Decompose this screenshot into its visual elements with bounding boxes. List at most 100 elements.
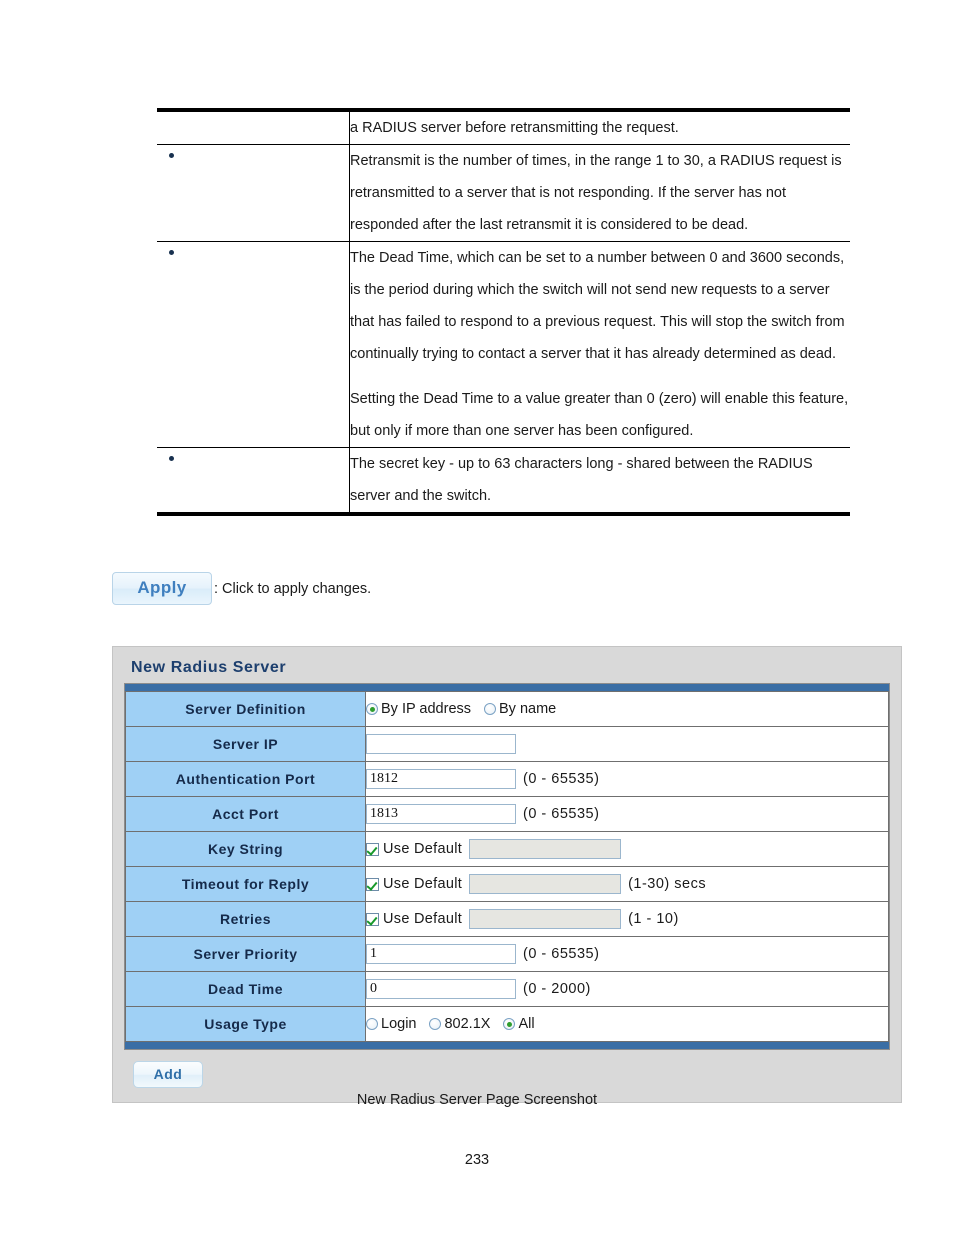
retries-input[interactable] (469, 909, 622, 929)
label-key-string: Key String (125, 831, 366, 867)
description-text: Retransmit is the number of times, in th… (349, 144, 850, 242)
table-row: Retransmit is the number of times, in th… (157, 144, 850, 242)
panel-top-accent-bar (125, 684, 889, 691)
server-priority-input[interactable] (366, 944, 516, 964)
timeout-use-default-checkbox[interactable]: Use Default (366, 876, 462, 892)
value-authentication-port: (0 - 65535) (365, 761, 889, 797)
timeout-for-reply-input[interactable] (469, 874, 622, 894)
form-row-acct-port: Acct Port (0 - 65535) (125, 796, 889, 832)
label-acct-port: Acct Port (125, 796, 366, 832)
checkbox-label: Use Default (383, 911, 463, 927)
description-rows: a RADIUS server before retransmitting th… (157, 112, 850, 512)
acct-port-range-hint: (0 - 65535) (523, 806, 600, 822)
key-string-use-default-checkbox[interactable]: Use Default (366, 841, 462, 857)
table-bottom-rule (157, 512, 850, 516)
radio-label: 802.1X (444, 1016, 491, 1032)
checkbox-indicator-icon[interactable] (366, 912, 379, 926)
checkbox-label: Use Default (383, 876, 463, 892)
panel-footer: Add (123, 1050, 891, 1092)
retries-range-hint: (1 - 10) (628, 911, 679, 927)
new-radius-server-form: Server Definition By IP address By name (125, 691, 889, 1042)
checkbox-indicator-icon[interactable] (366, 877, 379, 891)
radio-usage-all[interactable]: All (503, 1016, 535, 1032)
value-dead-time: (0 - 2000) (365, 971, 889, 1007)
paragraph: Retransmit is the number of times, in th… (350, 153, 842, 233)
label-server-definition: Server Definition (125, 691, 366, 727)
form-row-dead-time: Dead Time (0 - 2000) (125, 971, 889, 1007)
radio-indicator-icon[interactable] (366, 1018, 378, 1030)
paragraph: a RADIUS server before retransmitting th… (350, 120, 679, 136)
authentication-port-range-hint: (0 - 65535) (523, 771, 600, 787)
key-string-input[interactable] (469, 839, 622, 859)
apply-legend: Apply : Click to apply changes. (112, 572, 371, 605)
server-definition-radio-group[interactable]: By IP address By name (366, 701, 888, 717)
table-row: The secret key - up to 63 characters lon… (157, 447, 851, 513)
bullet-cell (157, 144, 350, 242)
timeout-range-hint: (1-30) secs (628, 876, 707, 892)
page-number: 233 (464, 1152, 490, 1168)
add-button[interactable]: Add (133, 1061, 203, 1088)
value-server-ip (365, 726, 889, 762)
label-timeout-for-reply: Timeout for Reply (125, 866, 366, 902)
label-usage-type: Usage Type (125, 1006, 366, 1042)
value-key-string: Use Default (365, 831, 889, 867)
value-acct-port: (0 - 65535) (365, 796, 889, 832)
form-row-server-ip: Server IP (125, 726, 889, 762)
table-row: The Dead Time, which can be set to a num… (157, 241, 850, 448)
form-row-server-priority: Server Priority (0 - 65535) (125, 936, 889, 972)
authentication-port-input[interactable] (366, 769, 516, 789)
radio-usage-8021x[interactable]: 802.1X (429, 1016, 490, 1032)
server-priority-range-hint: (0 - 65535) (523, 946, 600, 962)
server-ip-input[interactable] (366, 734, 516, 754)
table-row: a RADIUS server before retransmitting th… (157, 112, 850, 145)
radius-description-table: a RADIUS server before retransmitting th… (157, 108, 850, 516)
radio-indicator-icon[interactable] (503, 1018, 516, 1030)
label-server-priority: Server Priority (125, 936, 366, 972)
bullet-point-icon (169, 153, 174, 158)
apply-caption: : Click to apply changes. (214, 580, 372, 597)
description-text: The secret key - up to 63 characters lon… (350, 448, 851, 513)
label-retries: Retries (125, 901, 366, 937)
bullet-point-icon (169, 250, 174, 255)
radio-indicator-icon[interactable] (429, 1018, 442, 1030)
radio-usage-login[interactable]: Login (366, 1016, 416, 1032)
radio-indicator-icon[interactable] (366, 703, 378, 715)
bullet-cell (157, 447, 350, 512)
form-row-authentication-port: Authentication Port (0 - 65535) (125, 761, 889, 797)
form-row-usage-type: Usage Type Login 802.1X All (125, 1006, 889, 1042)
acct-port-input[interactable] (366, 804, 516, 824)
radio-label: Login (381, 1016, 417, 1032)
radio-by-ip-address[interactable]: By IP address (366, 701, 471, 717)
usage-type-radio-group[interactable]: Login 802.1X All (366, 1016, 888, 1032)
radio-indicator-icon[interactable] (484, 703, 497, 715)
label-server-ip: Server IP (125, 726, 366, 762)
dead-time-range-hint: (0 - 2000) (523, 981, 591, 997)
label-dead-time: Dead Time (125, 971, 366, 1007)
radio-by-name[interactable]: By name (484, 701, 556, 717)
form-row-retries: Retries Use Default (1 - 10) (125, 901, 889, 937)
value-timeout-for-reply: Use Default (1-30) secs (365, 866, 889, 902)
bullet-point-icon (169, 456, 174, 461)
value-retries: Use Default (1 - 10) (365, 901, 889, 937)
retries-use-default-checkbox[interactable]: Use Default (366, 911, 462, 927)
radio-label: By name (499, 701, 557, 717)
dead-time-input[interactable] (366, 979, 516, 999)
label-authentication-port: Authentication Port (125, 761, 366, 797)
description-text: a RADIUS server before retransmitting th… (349, 112, 850, 145)
paragraph: Setting the Dead Time to a value greater… (350, 391, 849, 439)
new-radius-server-panel: New Radius Server Server Definition By I… (112, 646, 902, 1103)
bullet-cell (157, 241, 350, 448)
bullet-cell (157, 112, 350, 145)
paragraph: The secret key - up to 63 characters lon… (350, 456, 813, 504)
form-row-key-string: Key String Use Default (125, 831, 889, 867)
form-row-timeout-for-reply: Timeout for Reply Use Default (1-30) sec… (125, 866, 889, 902)
value-usage-type: Login 802.1X All (365, 1006, 889, 1042)
radio-label: All (518, 1016, 535, 1032)
description-text: The Dead Time, which can be set to a num… (349, 241, 850, 448)
panel-bottom-accent-bar (125, 1042, 889, 1049)
apply-button[interactable]: Apply (112, 572, 212, 605)
paragraph: The Dead Time, which can be set to a num… (350, 250, 845, 362)
form-row-server-definition: Server Definition By IP address By name (125, 691, 889, 727)
checkbox-label: Use Default (383, 841, 463, 857)
checkbox-indicator-icon[interactable] (366, 842, 379, 856)
